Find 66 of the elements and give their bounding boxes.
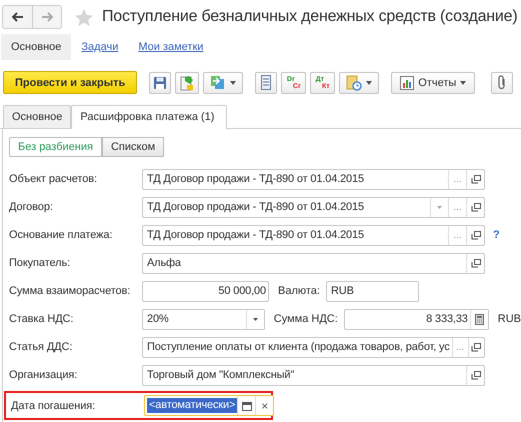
field-label: Статья ДДС:	[9, 341, 74, 353]
mode-toggle[interactable]: Без разбиения	[9, 137, 102, 157]
section-link[interactable]: Основное	[1, 34, 72, 60]
back-arrow-icon	[12, 12, 24, 22]
document-clock-icon	[346, 74, 362, 90]
mode-toggle[interactable]: Списком	[102, 137, 164, 157]
calculator-icon	[474, 314, 484, 324]
input-field[interactable]: RUB	[326, 280, 419, 302]
tab[interactable]: Основное	[3, 105, 72, 128]
field-label: Договор:	[9, 201, 54, 213]
open-button[interactable]	[466, 170, 484, 188]
caret-icon	[252, 318, 258, 320]
open-window-icon	[470, 202, 480, 212]
reports-button[interactable]: Отчеты	[391, 72, 476, 94]
attachments-button[interactable]	[491, 72, 514, 94]
post-and-close-button[interactable]: Провести и закрыть	[3, 71, 138, 94]
save-button[interactable]	[149, 72, 172, 94]
input-field[interactable]: Торговый дом "Комплексный"	[142, 364, 485, 386]
open-window-icon	[470, 370, 480, 380]
tab[interactable]: Расшифровка платежа (1)	[71, 105, 228, 129]
field-label: Основание платежа:	[9, 229, 114, 241]
section-link[interactable]: Задачи	[71, 34, 128, 60]
input-field[interactable]: Альфа	[142, 252, 485, 274]
input-field[interactable]: 20%	[142, 308, 265, 330]
field-label: Объект расчетов:	[9, 173, 98, 185]
field-label: Валюта:	[278, 285, 320, 297]
star-icon[interactable]	[74, 8, 94, 26]
input-field[interactable]: 8 333,33	[344, 308, 489, 330]
open-window-icon	[471, 342, 482, 352]
date-field[interactable]: <автоматически> ×	[144, 395, 274, 416]
help-link[interactable]: ?	[493, 229, 500, 241]
input-field[interactable]: ТД Договор продажи - ТД-890 от 01.04.2015 ...	[142, 196, 485, 218]
open-button[interactable]	[468, 338, 484, 356]
input-field[interactable]: Поступление оплаты от клиента (продажа товаров, работ, ус ...	[142, 336, 485, 358]
open-button[interactable]	[466, 254, 484, 272]
document-check-icon	[179, 74, 196, 90]
create-based-on-button[interactable]	[203, 72, 244, 94]
report-chart-icon	[400, 76, 414, 90]
journal-button[interactable]	[255, 72, 278, 94]
field-label: Ставка НДС:	[9, 313, 74, 325]
list-icon	[261, 75, 272, 90]
caret-icon	[437, 206, 442, 208]
window-title: Поступление безналичных денежных средств (создание)	[102, 8, 518, 26]
open-window-icon	[470, 258, 480, 268]
input-field[interactable]: 50 000,00	[142, 280, 269, 302]
section-link[interactable]: Мои заметки	[128, 34, 214, 60]
documents-arrow-icon	[210, 75, 226, 90]
post-button[interactable]	[175, 72, 200, 94]
paperclip-icon	[497, 75, 508, 90]
open-window-icon	[470, 174, 480, 184]
field-label: Покупатель:	[9, 257, 72, 269]
input-field[interactable]: ТД Договор продажи - ТД-890 от 01.04.2015 ...	[142, 224, 485, 246]
calendar-icon	[242, 400, 252, 410]
clear-button[interactable]: ×	[255, 396, 274, 415]
open-button[interactable]	[466, 366, 484, 384]
input-field[interactable]: ТД Договор продажи - ТД-890 от 01.04.2015 ...	[142, 168, 485, 190]
field-label: Дата погашения:	[11, 400, 96, 412]
field-label: Сумма НДС:	[274, 313, 338, 325]
open-button[interactable]	[466, 198, 484, 216]
open-window-icon	[470, 230, 480, 240]
field-label: Сумма взаиморасчетов:	[9, 285, 132, 297]
field-label: Организация:	[9, 369, 78, 381]
open-button[interactable]	[466, 226, 484, 244]
print-forms-button[interactable]	[339, 72, 380, 94]
currency-label: RUB	[498, 313, 521, 325]
forward-arrow-icon	[41, 12, 53, 22]
